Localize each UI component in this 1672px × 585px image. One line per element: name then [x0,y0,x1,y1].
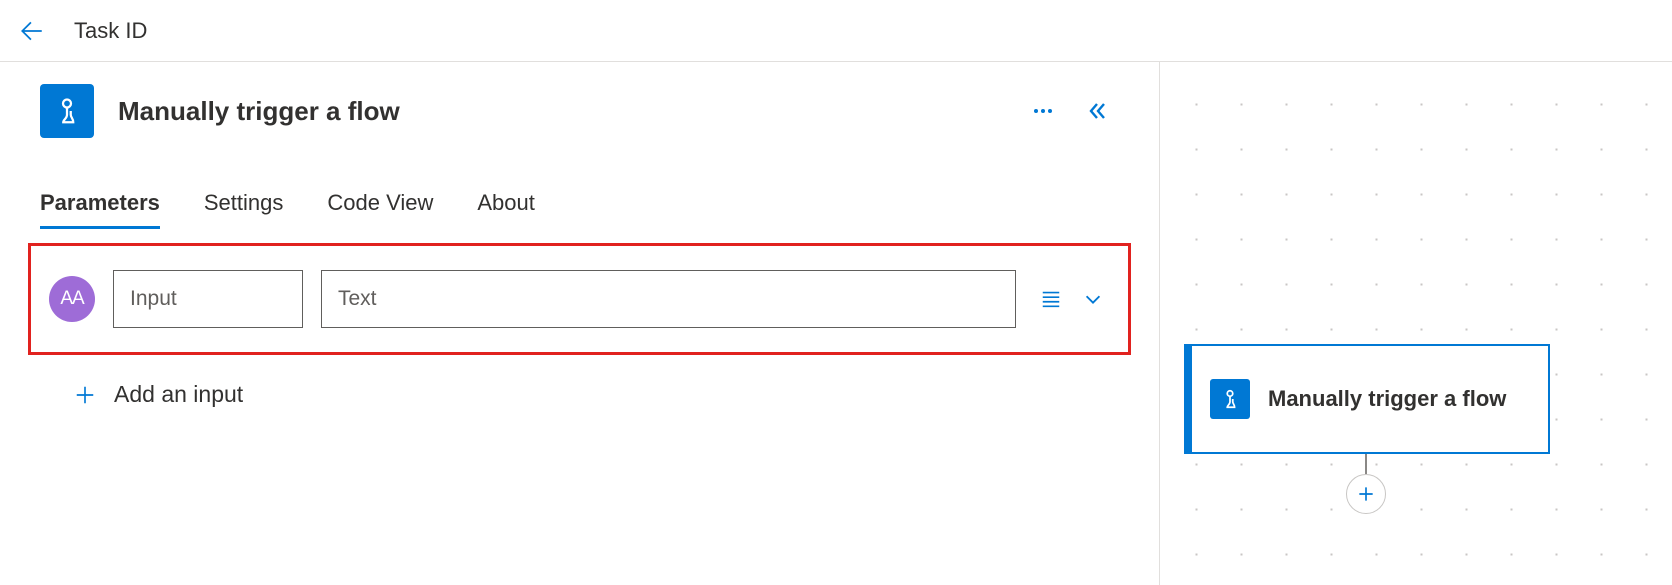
text-type-label: AA [60,288,83,310]
chevron-down-icon [1082,288,1104,310]
tabs: Parameters Settings Code View About [0,138,1159,229]
top-bar: Task ID [0,0,1672,62]
input-options-button[interactable] [1082,288,1104,310]
config-panel: Manually trigger a flow Parameters Setti… [0,62,1160,585]
tab-about[interactable]: About [477,182,535,229]
touch-icon [1219,388,1241,410]
input-value-field[interactable]: Text [321,270,1016,328]
tab-parameters[interactable]: Parameters [40,182,160,229]
back-button[interactable] [14,13,50,49]
connector-line [1365,454,1367,474]
more-button[interactable] [1031,99,1055,123]
trigger-icon [40,84,94,138]
trigger-card[interactable]: Manually trigger a flow [1184,344,1550,454]
chevron-double-left-icon [1085,99,1109,123]
input-parameter-row: AA Input Text [28,243,1131,355]
input-name-value: Input [130,287,177,311]
collapse-button[interactable] [1085,99,1109,123]
text-type-badge: AA [49,276,95,322]
arrow-left-icon [19,18,45,44]
panel-actions [1031,99,1119,123]
add-input-button[interactable]: Add an input [0,355,1159,408]
tab-code-view[interactable]: Code View [327,182,433,229]
row-actions [1034,288,1110,310]
panel-title: Manually trigger a flow [118,96,1007,127]
trigger-card-label: Manually trigger a flow [1268,384,1506,414]
input-name-field[interactable]: Input [113,270,303,328]
plus-icon [1356,484,1376,504]
main-area: Manually trigger a flow Parameters Setti… [0,62,1672,585]
list-lines-icon [1040,288,1062,310]
add-input-label: Add an input [114,381,243,408]
panel-header: Manually trigger a flow [0,62,1159,138]
add-step-button[interactable] [1346,474,1386,514]
page-title: Task ID [74,18,147,44]
dynamic-content-button[interactable] [1040,288,1062,310]
flow-canvas[interactable]: Manually trigger a flow [1160,62,1672,585]
tab-settings[interactable]: Settings [204,182,284,229]
trigger-card-icon [1210,379,1250,419]
touch-icon [52,96,82,126]
more-horizontal-icon [1031,99,1055,123]
plus-icon [72,382,98,408]
input-value-placeholder: Text [338,287,377,311]
